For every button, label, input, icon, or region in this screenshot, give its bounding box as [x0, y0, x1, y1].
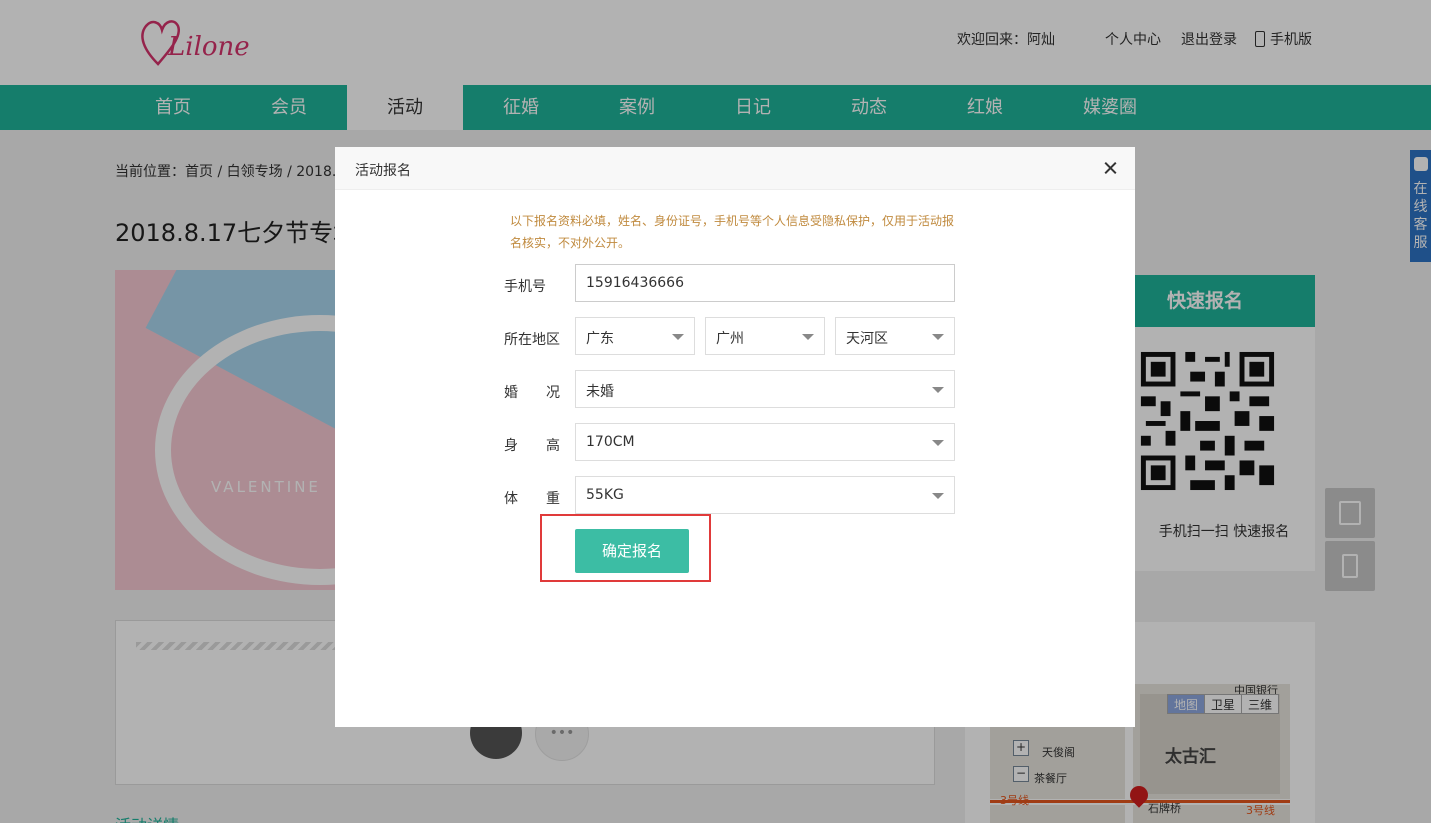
height-select[interactable]: 170CM: [575, 423, 955, 461]
chevron-down-icon: [932, 334, 944, 340]
marital-label: 婚 况: [504, 382, 560, 402]
district-select[interactable]: 天河区: [835, 317, 955, 355]
submit-button[interactable]: 确定报名: [575, 529, 689, 573]
chevron-down-icon: [932, 493, 944, 499]
height-label-b: 高: [546, 438, 560, 454]
phone-label: 手机号: [504, 279, 546, 295]
height-label: 身 高: [504, 435, 560, 455]
city-select[interactable]: 广州: [705, 317, 825, 355]
weight-label: 体 重: [504, 488, 560, 508]
privacy-notice: 以下报名资料必填，姓名、身份证号，手机号等个人信息受隐私保护，仅用于活动报名核实…: [510, 214, 955, 250]
province-select[interactable]: 广东: [575, 317, 695, 355]
phone-field[interactable]: [575, 264, 955, 302]
chevron-down-icon: [802, 334, 814, 340]
region-label: 所在地区: [504, 332, 560, 348]
phone-input[interactable]: [576, 265, 954, 301]
marital-label-b: 况: [546, 385, 560, 401]
marital-value: 未婚: [586, 384, 614, 400]
chevron-down-icon: [932, 440, 944, 446]
signup-modal: 活动报名 以下报名资料必填，姓名、身份证号，手机号等个人信息受隐私保护，仅用于活…: [335, 147, 1135, 727]
weight-select[interactable]: 55KG: [575, 476, 955, 514]
weight-label-a: 体: [504, 491, 518, 507]
province-value: 广东: [586, 331, 614, 347]
marital-label-a: 婚: [504, 385, 518, 401]
district-value: 天河区: [846, 331, 888, 347]
chevron-down-icon: [672, 334, 684, 340]
modal-header: 活动报名: [335, 147, 1135, 190]
close-icon[interactable]: [1101, 158, 1121, 178]
height-value: 170CM: [586, 434, 635, 450]
marital-select[interactable]: 未婚: [575, 370, 955, 408]
city-value: 广州: [716, 331, 744, 347]
modal-title: 活动报名: [355, 163, 411, 179]
height-label-a: 身: [504, 438, 518, 454]
weight-label-b: 重: [546, 491, 560, 507]
chevron-down-icon: [932, 387, 944, 393]
weight-value: 55KG: [586, 487, 624, 503]
